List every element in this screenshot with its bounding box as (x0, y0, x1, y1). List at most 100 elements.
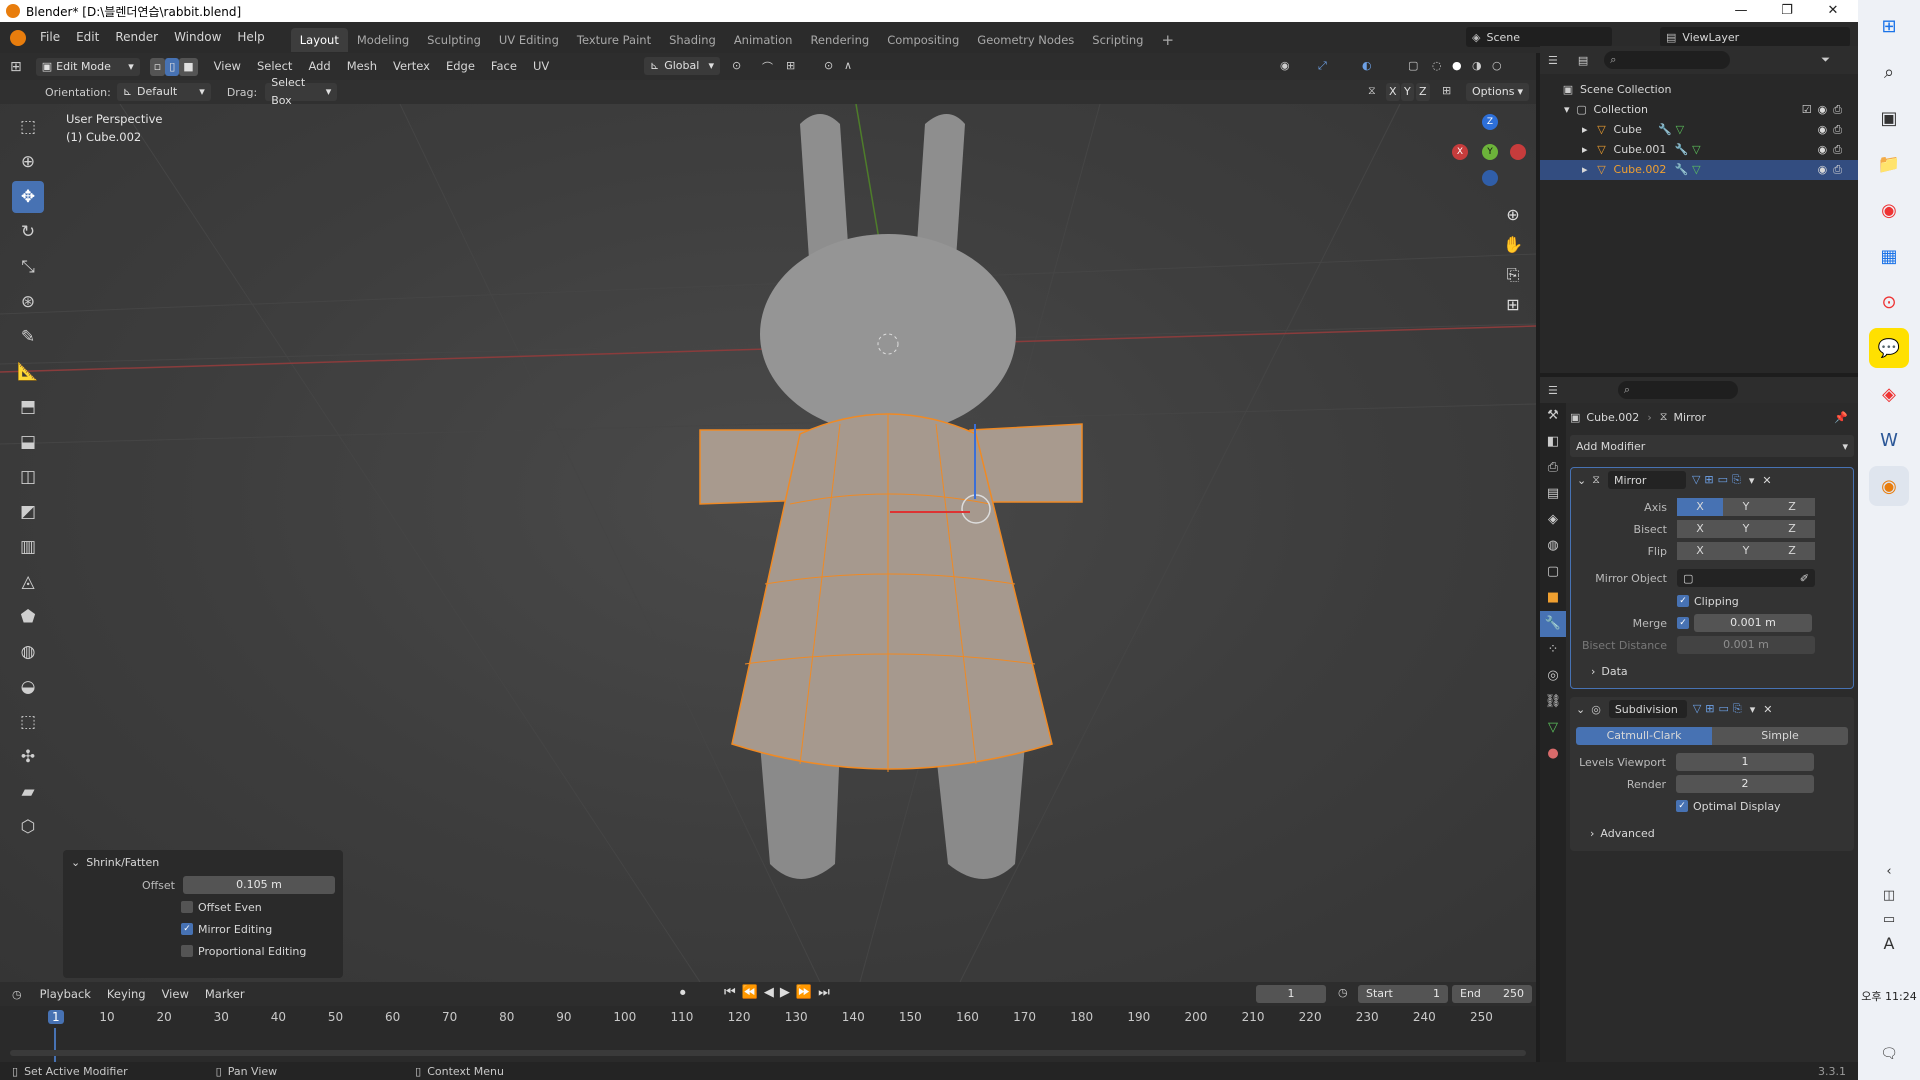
properties-search-input[interactable]: ⌕ (1617, 381, 1738, 399)
modifier-wrench-icon[interactable]: 🔧 (1674, 140, 1688, 160)
offset-even-checkbox[interactable] (181, 901, 193, 913)
vp-menu-uv[interactable]: UV (525, 51, 557, 82)
poly-build-tool-icon[interactable]: ⬟ (12, 601, 44, 633)
perspective-grid-icon[interactable]: ⊞ (1500, 290, 1526, 320)
xray-icon[interactable]: ▢ (1408, 59, 1418, 72)
blender-menu-icon[interactable] (10, 29, 26, 46)
axis-y-toggle[interactable]: Y (1723, 498, 1769, 516)
viewlayer-selector[interactable]: ▤ ViewLayer (1660, 27, 1850, 47)
smooth-tool-icon[interactable]: ◒ (12, 671, 44, 703)
clock[interactable]: 오후 11:24 (1858, 988, 1920, 1004)
data-subpanel[interactable]: › Data (1571, 660, 1853, 682)
axis-x-toggle[interactable]: X (1677, 498, 1723, 516)
view-layer-tab-icon[interactable]: ▤ (1540, 481, 1566, 507)
axis-z-toggle[interactable]: Z (1769, 498, 1815, 516)
collection-toggles[interactable]: ☑◉⎙ (1802, 100, 1848, 120)
pivot-icon[interactable]: ⊙ (732, 59, 741, 72)
subdivision-visibility-toggles[interactable]: ▽⊞▭⎘ (1693, 702, 1746, 716)
offset-field[interactable]: 0.105 m (183, 876, 335, 894)
menu-window[interactable]: Window (166, 22, 229, 53)
loop-cut-tool-icon[interactable]: ▥ (12, 531, 44, 563)
vp-menu-view[interactable]: View (206, 51, 249, 82)
rendered-shading-icon[interactable]: ○ (1492, 59, 1502, 72)
spin-tool-icon[interactable]: ◍ (12, 636, 44, 668)
offset-even-row[interactable]: Offset Even (63, 896, 343, 918)
data-tab-icon[interactable]: ▽ (1540, 715, 1566, 741)
expand-arrow-icon[interactable]: ▸ (1582, 160, 1588, 180)
merge-distance-field[interactable]: 0.001 m (1694, 614, 1812, 632)
tab-texture-paint[interactable]: Texture Paint (568, 28, 660, 52)
gizmo-x-axis[interactable]: X (1452, 144, 1468, 160)
chevron-down-icon[interactable]: ⌄ (1577, 474, 1586, 487)
operator-header[interactable]: ⌄ Shrink/Fatten (63, 850, 343, 874)
pan-hand-icon[interactable]: ✋ (1500, 230, 1526, 260)
object-tab-icon[interactable]: ■ (1540, 585, 1566, 611)
bisect-z-toggle[interactable]: Z (1769, 520, 1815, 538)
cursor-tool-icon[interactable]: ⊕ (12, 146, 44, 178)
measure-tool-icon[interactable]: 📐 (12, 356, 44, 388)
optimal-display-checkbox[interactable]: ✓ (1676, 800, 1688, 812)
vp-menu-face[interactable]: Face (483, 51, 525, 82)
gizmo-y-axis[interactable]: Y (1482, 144, 1498, 160)
rip-tool-icon[interactable]: ⬡ (12, 811, 44, 843)
snap-target-icon[interactable]: ⊞ (786, 59, 795, 72)
tab-compositing[interactable]: Compositing (878, 28, 968, 52)
clipping-checkbox[interactable]: ✓ (1677, 595, 1689, 607)
clock-icon[interactable]: ◷ (1338, 986, 1348, 999)
catmull-clark-button[interactable]: Catmull-Clark (1576, 727, 1712, 745)
file-explorer-icon[interactable]: 📁 (1869, 144, 1909, 184)
properties-editor-icon[interactable]: ☰ (1548, 384, 1558, 397)
vp-menu-vertex[interactable]: Vertex (385, 51, 438, 82)
output-tab-icon[interactable]: ⎙ (1540, 455, 1566, 481)
close-button[interactable]: ✕ (1810, 0, 1856, 22)
face-select-icon[interactable]: ■ (179, 57, 198, 76)
chevron-left-icon[interactable]: ‹ (1858, 860, 1920, 884)
calculator-icon[interactable]: ▦ (1869, 236, 1909, 276)
proportional-row[interactable]: Proportional Editing (63, 940, 343, 962)
windows-start-icon[interactable]: ⊞ (1869, 6, 1909, 46)
current-frame-field[interactable]: 1 (1256, 985, 1326, 1003)
menu-help[interactable]: Help (229, 22, 272, 53)
bisect-y-toggle[interactable]: Y (1723, 520, 1769, 538)
task-view-icon[interactable]: ▣ (1869, 98, 1909, 138)
playback-controls[interactable]: ⏮⏪◀▶⏩⏭ (724, 985, 836, 1000)
tab-modeling[interactable]: Modeling (348, 28, 418, 52)
timeline-editor-icon[interactable]: ◷ (12, 988, 22, 1001)
outliner-editor-icon[interactable]: ☰ (1548, 54, 1558, 67)
inset-tool-icon[interactable]: ◫ (12, 461, 44, 493)
word-icon[interactable]: W (1869, 420, 1909, 460)
wireframe-shading-icon[interactable]: ◌ (1432, 59, 1442, 72)
flip-x-toggle[interactable]: X (1677, 542, 1723, 560)
mirror-visibility-toggles[interactable]: ▽⊞▭⎘ (1692, 473, 1745, 487)
outliner-item-cube-002[interactable]: ▸ ▽ Cube.002 🔧 ▽ ◉⎙ (1540, 160, 1858, 180)
mode-selector[interactable]: ▣ Edit Mode ▾ (35, 57, 140, 76)
mirror-editing-checkbox[interactable]: ✓ (181, 923, 193, 935)
collection-tab-icon[interactable]: ▢ (1540, 559, 1566, 585)
tab-uv-editing[interactable]: UV Editing (490, 28, 568, 52)
camera-icon[interactable]: ⎘ (1500, 260, 1526, 290)
zoom-icon[interactable]: ⊕ (1500, 200, 1526, 230)
simple-button[interactable]: Simple (1712, 727, 1848, 745)
timeline-menu-marker[interactable]: Marker (197, 982, 253, 1006)
display-icon[interactable]: ▭ (1858, 908, 1920, 932)
shrink-fatten-tool-icon[interactable]: ✣ (12, 741, 44, 773)
gizmo-neg-x[interactable] (1510, 144, 1526, 160)
constraints-tab-icon[interactable]: ⛓ (1540, 689, 1566, 715)
timeline-menu-keying[interactable]: Keying (99, 982, 154, 1006)
mirror-x-toggle[interactable]: X (1386, 83, 1400, 101)
knife-tool-icon[interactable]: ◬ (12, 566, 44, 598)
auto-merge-icon[interactable]: ⊞ (1442, 84, 1451, 97)
blender-taskbar-icon[interactable]: ◉ (1869, 466, 1909, 506)
display-mode-icon[interactable]: ▤ (1578, 54, 1588, 67)
optimal-display-row[interactable]: ✓ Optimal Display (1570, 795, 1854, 817)
proportional-edit-icon[interactable]: ⊙ (824, 59, 833, 72)
vertex-select-icon[interactable]: ▫ (149, 57, 166, 76)
outliner-search-input[interactable]: ⌕ (1604, 51, 1731, 69)
frame-ruler[interactable]: 1 10 20 30 40 50 60 70 80 90 100 110 120 130 140 150 160… (0, 1006, 1536, 1028)
timeline-scrollbar[interactable] (10, 1050, 1526, 1056)
snap-icon[interactable]: ⌒ (762, 59, 773, 75)
add-modifier-dropdown[interactable]: Add Modifier ▾ (1570, 435, 1854, 457)
editor-type-icon[interactable]: ⊞ (10, 59, 22, 75)
merge-checkbox[interactable]: ✓ (1677, 617, 1689, 629)
expand-arrow-icon[interactable]: ▸ (1582, 140, 1588, 160)
